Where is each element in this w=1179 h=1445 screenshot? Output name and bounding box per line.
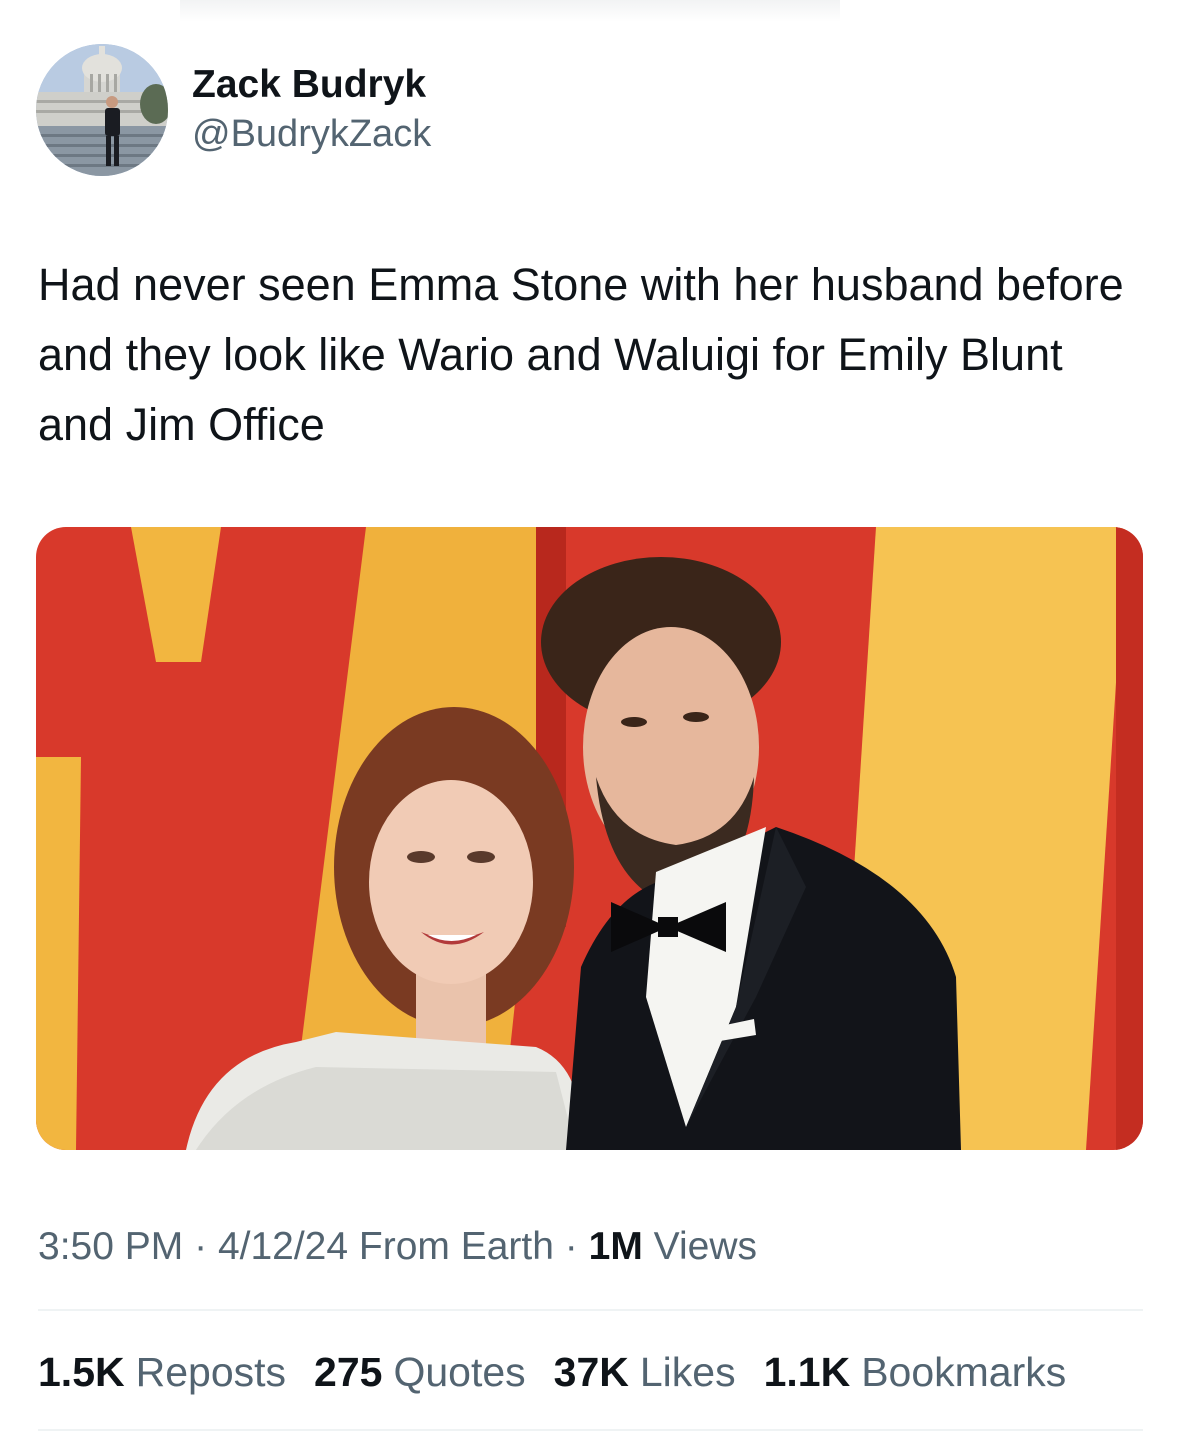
top-scroll-fade — [180, 0, 840, 22]
bookmarks-label: Bookmarks — [861, 1349, 1067, 1395]
engagement-stats: 1.5K Reposts 275 Quotes 37K Likes 1.1K Bookm… — [38, 1345, 1066, 1399]
meta-separator: · — [564, 1225, 578, 1268]
avatar-photo-icon — [36, 44, 168, 176]
author-display-name[interactable]: Zack Budryk — [192, 61, 431, 109]
views-label: Views — [653, 1225, 757, 1268]
reposts-count: 1.5K — [38, 1349, 125, 1395]
tweet-text: Had never seen Emma Stone with her husba… — [38, 259, 1124, 450]
quotes-label: Quotes — [393, 1349, 526, 1395]
divider — [38, 1429, 1143, 1431]
tweet-meta: 3:50 PM · 4/12/24 From Earth · 1M Views — [38, 1222, 757, 1272]
tweet-header: Zack Budryk @BudrykZack — [36, 44, 431, 176]
red-carpet-couple-photo-icon — [36, 527, 1143, 1150]
tweet-source: From Earth — [358, 1225, 554, 1268]
bookmarks-count: 1.1K — [763, 1349, 851, 1395]
quotes-count: 275 — [314, 1349, 383, 1395]
tweet-time[interactable]: 3:50 PM — [38, 1225, 183, 1268]
views-count: 1M — [588, 1225, 643, 1268]
author-handle[interactable]: @BudrykZack — [192, 109, 431, 159]
meta-separator: · — [194, 1225, 208, 1268]
likes-label: Likes — [639, 1349, 736, 1395]
bookmarks-stat[interactable]: 1.1K Bookmarks — [764, 1345, 1067, 1399]
reposts-label: Reposts — [135, 1349, 287, 1395]
likes-count: 37K — [553, 1349, 629, 1395]
reposts-stat[interactable]: 1.5K Reposts — [38, 1345, 286, 1399]
tweet-date[interactable]: 4/12/24 — [218, 1225, 348, 1268]
tweet-media-photo[interactable] — [36, 527, 1143, 1150]
likes-stat[interactable]: 37K Likes — [554, 1345, 736, 1399]
divider — [38, 1309, 1143, 1311]
avatar[interactable] — [36, 44, 168, 176]
quotes-stat[interactable]: 275 Quotes — [314, 1345, 526, 1399]
